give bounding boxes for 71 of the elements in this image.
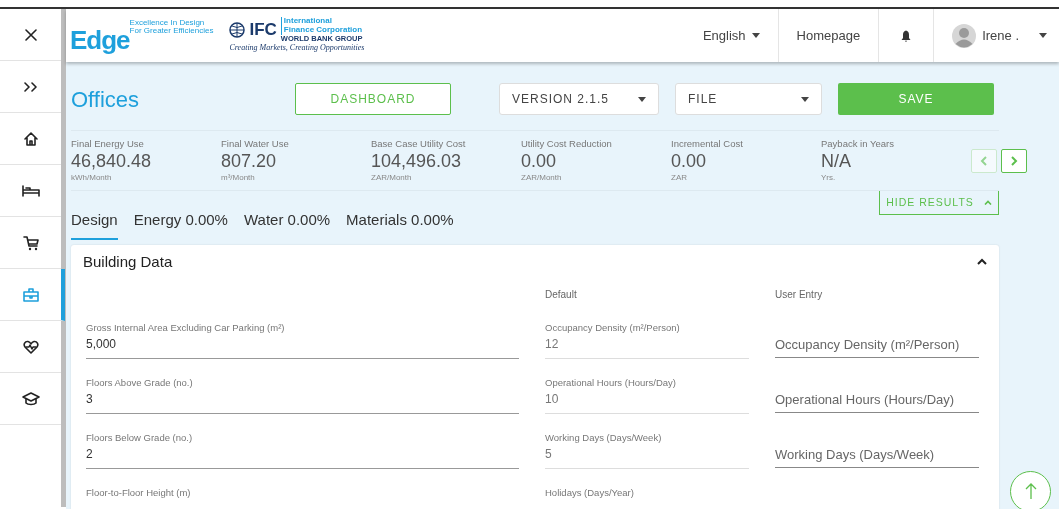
home-icon <box>22 130 39 147</box>
field-value: 10 <box>545 390 749 415</box>
metric-label: Utility Cost Reduction <box>521 137 613 152</box>
metric-unit: Yrs. <box>821 171 837 184</box>
avatar-icon <box>952 23 977 48</box>
caret-icon <box>801 96 809 102</box>
metric-value: N/A <box>821 151 852 172</box>
metric-unit: ZAR <box>671 171 688 184</box>
language-menu[interactable]: English <box>684 9 778 62</box>
field-label: Working Days (Days/Week) <box>545 431 663 445</box>
ifc-slogan: Creating Markets, Creating Opportunities <box>229 42 365 55</box>
metric-unit: m³/Month <box>221 171 256 184</box>
metric-value: 46,840.48 <box>71 151 153 172</box>
caret-icon <box>638 96 646 102</box>
metric-unit: ZAR/Month <box>521 171 563 184</box>
field-label: Holidays (Days/Year) <box>545 486 635 500</box>
field-label: Occupancy Density (m²/Person) <box>545 321 681 335</box>
metric-value: 0.00 <box>671 151 708 172</box>
tab[interactable]: Design <box>71 207 118 240</box>
logo-tagline: Excellence In Design For Greater Efficiencies <box>129 18 214 36</box>
globe-icon <box>229 21 246 38</box>
metric-value: 0.00 <box>521 151 558 172</box>
metric-value: 807.20 <box>221 151 278 172</box>
caret-icon <box>751 33 760 38</box>
collapse-button[interactable] <box>977 258 987 266</box>
ifc-name: International Finance Corporation <box>280 16 363 35</box>
caret-icon <box>1039 33 1047 38</box>
field-label: Floors Below Grade (no.) <box>86 431 194 445</box>
metric-value: 104,496.03 <box>371 151 463 172</box>
chevron-up-icon <box>977 258 987 266</box>
field-value: 3 <box>86 390 519 415</box>
chevron-up-icon <box>983 200 992 205</box>
metric-unit: kWh/Month <box>71 171 113 184</box>
tab[interactable]: Water 0.00% <box>243 207 331 240</box>
graduation-cap-icon <box>21 391 40 406</box>
field-value: 5 <box>545 445 749 470</box>
metric-label: Final Water Use <box>221 137 290 152</box>
field-value: 2 <box>86 445 519 470</box>
field-label: Gross Internal Area Excluding Car Parking (m²) <box>86 321 286 335</box>
bed-icon <box>21 184 40 197</box>
field-label: Operational Hours (Hours/Day) <box>545 376 677 390</box>
tab[interactable]: Materials 0.00% <box>346 207 454 240</box>
bell-icon <box>901 29 912 42</box>
field-label: Floor-to-Floor Height (m) <box>86 486 192 500</box>
field-label: Floors Above Grade (no.) <box>86 376 194 390</box>
tab[interactable]: Energy 0.00% <box>133 207 228 240</box>
card-title: Building Data <box>83 251 173 272</box>
column-heading: User Entry <box>775 288 824 302</box>
chevron-right-icon <box>1010 155 1018 166</box>
chevrons-icon <box>23 81 38 92</box>
column-heading: Default <box>545 288 578 302</box>
field-value: 12 <box>545 335 749 360</box>
metric-label: Final Energy Use <box>71 137 145 152</box>
ifc-acronym: IFC <box>249 21 277 38</box>
metric-unit: ZAR/Month <box>371 171 413 184</box>
metric-label: Base Case Utility Cost <box>371 137 467 152</box>
page-title: Offices <box>71 85 141 114</box>
arrow-up-icon <box>1024 482 1037 500</box>
scroll-top-button[interactable] <box>1010 470 1051 509</box>
field-value: 5,000 <box>86 335 519 360</box>
version-select[interactable]: VERSION 2.1.5 <box>499 83 659 115</box>
file-select[interactable]: FILE <box>675 83 822 115</box>
chevron-left-icon <box>980 155 988 166</box>
heart-icon <box>22 339 39 354</box>
logo-wordmark: Edge <box>70 26 130 53</box>
next-button[interactable] <box>1001 148 1027 173</box>
briefcase-icon <box>22 287 39 302</box>
cart-icon <box>22 234 39 251</box>
close-icon <box>24 28 37 41</box>
metric-label: Incremental Cost <box>671 137 744 152</box>
metric-label: Payback in Years <box>821 137 895 152</box>
